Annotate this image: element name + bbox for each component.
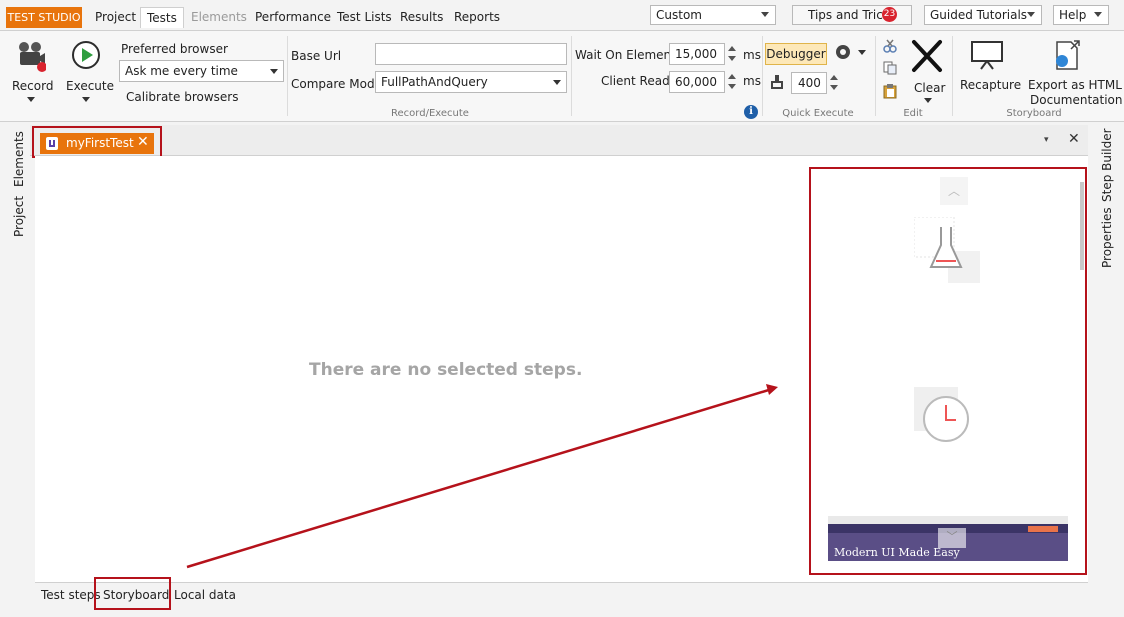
menu-tests[interactable]: Tests [140, 7, 184, 28]
document-tab-bar: myFirstTest ✕ ▾ ✕ [30, 125, 1088, 156]
menu-results[interactable]: Results [394, 7, 449, 28]
guided-label: Guided Tutorials [930, 8, 1028, 22]
storyboard-highlight-box [809, 167, 1087, 575]
recapture-button[interactable]: Recapture [956, 37, 1022, 103]
ribbon-divider [571, 36, 572, 116]
base-url-label: Base Url [291, 49, 342, 63]
clear-x-icon [912, 40, 942, 72]
clear-label: Clear [914, 81, 946, 95]
chevron-down-icon [27, 97, 35, 102]
compare-mode-select[interactable]: FullPathAndQuery [375, 71, 567, 93]
rail-tab-elements[interactable]: Elements [12, 131, 26, 187]
record-label: Record [12, 79, 54, 93]
chevron-down-icon [1094, 12, 1102, 17]
base-url-input[interactable] [375, 43, 567, 65]
clear-button[interactable]: Clear [906, 37, 950, 107]
export-label: Export as HTML [1028, 78, 1122, 92]
chevron-down-icon [82, 97, 90, 102]
chevron-down-icon [1027, 12, 1035, 17]
wait-on-elements-input[interactable]: 15,000 [669, 43, 725, 65]
wait-on-elements-label: Wait On Elements [575, 48, 683, 62]
ribbon: Record Execute Preferred browser Ask me … [0, 30, 1124, 122]
copy-icon[interactable] [883, 61, 897, 75]
export-html-button[interactable]: Export as HTML Documentation [1025, 37, 1123, 109]
rail-tab-properties[interactable]: Properties [1100, 207, 1114, 268]
compare-mode-value: FullPathAndQuery [381, 75, 488, 89]
preferred-browser-label: Preferred browser [121, 42, 228, 56]
ribbon-divider [952, 36, 953, 116]
menu-reports[interactable]: Reports [448, 7, 506, 28]
menu-project[interactable]: Project [89, 7, 142, 28]
layout-select[interactable]: Custom [650, 5, 776, 25]
execute-button[interactable]: Execute [64, 37, 114, 107]
info-icon[interactable]: i [744, 105, 758, 119]
record-button[interactable]: Record [10, 37, 54, 107]
rail-tab-step-builder[interactable]: Step Builder [1100, 128, 1114, 202]
group-quick-execute-label: Quick Execute [782, 108, 854, 119]
cut-icon[interactable] [883, 39, 897, 53]
screen-icon [971, 41, 1003, 70]
app-brand[interactable]: TEST STUDIO [6, 7, 82, 28]
help-dropdown[interactable]: Help [1053, 5, 1109, 25]
chevron-down-icon [761, 12, 769, 17]
group-record-execute-label: Record/Execute [391, 108, 469, 119]
paste-icon[interactable] [883, 83, 897, 99]
quick-execute-input[interactable]: 400 [791, 72, 827, 94]
play-icon [72, 41, 100, 69]
chevron-down-icon [553, 80, 561, 85]
storyboard-tab-highlight-box [94, 577, 171, 610]
wait-stepper[interactable] [726, 43, 738, 65]
execute-label: Execute [66, 79, 114, 93]
record-camera-icon [19, 42, 46, 72]
wait-unit: ms [743, 48, 761, 62]
menu-test-lists[interactable]: Test Lists [331, 7, 398, 28]
client-ready-unit: ms [743, 74, 761, 88]
ribbon-divider [287, 36, 288, 116]
help-label: Help [1059, 8, 1087, 22]
tab-test-steps[interactable]: Test steps [41, 588, 101, 602]
step-icon [771, 75, 783, 89]
ribbon-divider [762, 36, 763, 116]
tab-highlight-box [32, 126, 162, 158]
test-studio-window: TEST STUDIO Project Tests Elements Perfo… [0, 0, 1124, 617]
group-edit-label: Edit [903, 108, 923, 119]
tab-local-data[interactable]: Local data [174, 588, 236, 602]
ribbon-divider [875, 36, 876, 116]
bottom-tab-bar: Test steps Storyboard Local data [35, 582, 1088, 611]
chevron-down-icon [270, 69, 278, 74]
export-document-icon [1056, 40, 1080, 70]
gear-icon[interactable] [836, 45, 850, 59]
menu-performance[interactable]: Performance [249, 7, 337, 28]
quick-execute-stepper[interactable] [828, 72, 840, 94]
compare-mode-label: Compare Mode [291, 77, 382, 91]
export-label-line2: Documentation [1030, 93, 1123, 107]
recapture-label: Recapture [960, 78, 1022, 92]
client-ready-label: Client Ready [601, 74, 677, 88]
chevron-down-icon [924, 98, 932, 103]
chevron-down-icon[interactable] [858, 50, 866, 55]
right-rail: Step Builder Properties [1092, 125, 1122, 617]
preferred-browser-select[interactable]: Ask me every time [119, 60, 284, 82]
overflow-chevron-icon[interactable]: ▾ [1044, 135, 1049, 145]
guided-tutorials-dropdown[interactable]: Guided Tutorials [924, 5, 1042, 25]
debugger-toggle[interactable]: Debugger [765, 43, 827, 65]
menu-elements[interactable]: Elements [185, 7, 253, 28]
layout-select-value: Custom [656, 8, 702, 22]
left-rail: Elements Project [0, 125, 30, 617]
empty-steps-message: There are no selected steps. [309, 360, 583, 380]
rail-tab-project[interactable]: Project [12, 196, 26, 237]
close-panel-icon[interactable]: ✕ [1068, 131, 1080, 147]
menu-bar: TEST STUDIO Project Tests Elements Perfo… [0, 0, 1124, 30]
tips-count-badge: 23 [882, 7, 897, 22]
client-ready-stepper[interactable] [726, 71, 738, 93]
calibrate-browsers-button[interactable]: Calibrate browsers [126, 90, 238, 104]
client-ready-input[interactable]: 60,000 [669, 71, 725, 93]
group-storyboard-label: Storyboard [1006, 108, 1062, 119]
preferred-browser-value: Ask me every time [125, 64, 238, 78]
